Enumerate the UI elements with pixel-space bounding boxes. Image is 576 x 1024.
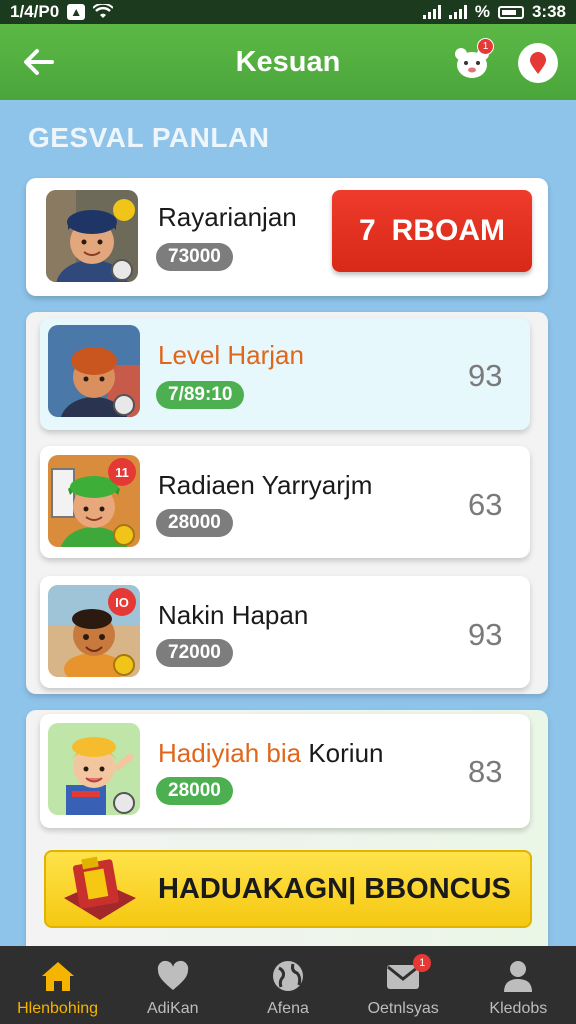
section-title: GESVAL PANLAN (28, 122, 270, 153)
nav-item-adikan[interactable]: AdiKan (115, 946, 230, 1024)
location-pin-icon (530, 52, 546, 74)
player-score: 93 (468, 358, 503, 393)
bonus-label: HADUAKAGN| BBONCUS (158, 872, 511, 905)
home-icon (38, 958, 78, 994)
nav-item-afena[interactable]: Afena (230, 946, 345, 1024)
nav-label: Oetnlsyas (367, 1000, 439, 1017)
player-name: Radiaen Yarryarjm (158, 470, 373, 500)
player-name: Hadiyiah bia Koriun (158, 738, 383, 769)
status-bar: 1/4/P0 ▲ % 3:38 (0, 0, 576, 24)
rank-badge: 11 (108, 458, 136, 486)
message-badge: 1 (413, 954, 432, 972)
player-points: 28000 (156, 509, 233, 537)
battery-percent: % (474, 2, 490, 21)
back-button[interactable] (18, 42, 58, 82)
player-points: 73000 (156, 243, 233, 271)
signal-icon (422, 5, 441, 19)
nav-label: AdiKan (146, 1000, 199, 1017)
back-arrow-icon (24, 49, 54, 75)
player-name-rest: Koriun (308, 738, 384, 768)
player-score: 63 (468, 487, 503, 522)
bottom-navigation: Hlenbohing AdiKan Afena 1 Oetnlsyas Kled… (0, 946, 576, 1024)
player-avatar (46, 190, 138, 282)
mascot-button[interactable]: 1 (452, 38, 494, 82)
app-notification-icon: ▲ (67, 4, 86, 20)
nav-item-profile[interactable]: Kledobs (461, 946, 576, 1024)
notification-badge: 1 (477, 38, 494, 55)
action-number: 7 (358, 214, 376, 247)
globe-icon (268, 958, 308, 994)
player-name: Nakin Hapan (158, 600, 309, 630)
nav-item-home[interactable]: Hlenbohing (0, 946, 115, 1024)
profile-icon (498, 958, 538, 994)
player-score: 93 (468, 617, 503, 652)
nav-label: Afena (267, 1000, 309, 1017)
player-points: 72000 (156, 639, 233, 667)
battery-icon (497, 5, 524, 19)
player-name-highlight: Hadiyiah bia (158, 738, 302, 768)
nav-label: Hlenbohing (17, 1000, 99, 1017)
player-name: Level Harjan (158, 340, 304, 370)
rank-badge: IO (108, 588, 136, 616)
player-points: 7/89:10 (156, 381, 245, 409)
action-label: RBOAM (391, 214, 505, 247)
player-score: 83 (468, 754, 503, 789)
player-name: Rayarianjan (158, 202, 297, 232)
gift-box-icon (64, 856, 136, 920)
status-text: 1/4/P0 (10, 2, 60, 21)
player-points: 28000 (156, 777, 233, 805)
app-header: Kesuan 1 (0, 24, 576, 100)
location-button[interactable] (518, 43, 558, 83)
action-button[interactable]: 7 RBOAM (332, 190, 532, 272)
player-avatar (48, 325, 140, 417)
wifi-icon (93, 4, 114, 18)
mail-icon: 1 (383, 954, 432, 994)
signal-icon-2 (448, 5, 467, 19)
page-title: Kesuan (235, 45, 341, 78)
player-avatar (48, 723, 140, 815)
nav-label: Kledobs (489, 1000, 548, 1017)
status-time: 3:38 (531, 2, 566, 21)
heart-icon (153, 958, 193, 994)
bonus-button[interactable]: HADUAKAGN| BBONCUS (44, 850, 532, 928)
nav-item-messages[interactable]: 1 Oetnlsyas (346, 946, 461, 1024)
